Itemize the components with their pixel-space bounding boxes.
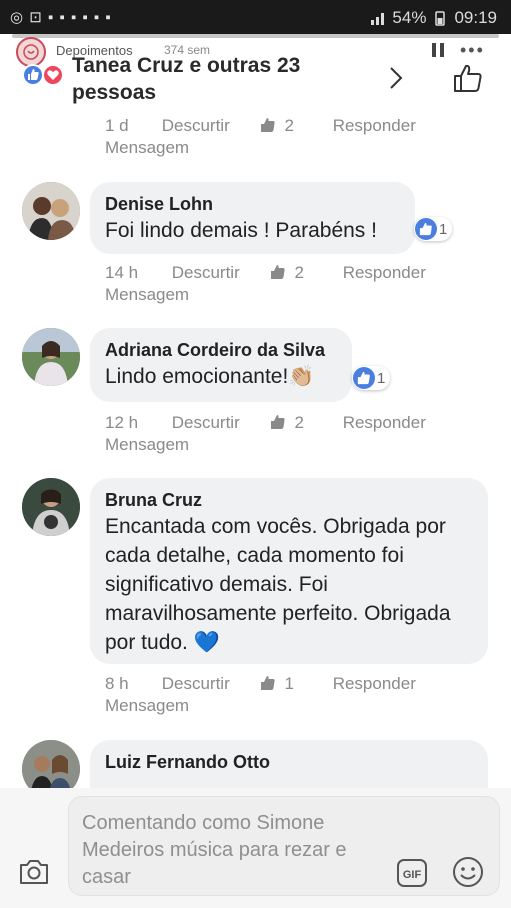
reply-link[interactable]: Responder — [343, 262, 426, 284]
clock: 09:19 — [454, 8, 497, 27]
reactions-summary-text: Tanea Cruz e outras 23 pessoas — [72, 54, 301, 104]
comment-like-count: 2 — [294, 263, 304, 282]
comment-likes[interactable]: 2 — [260, 115, 294, 137]
camera-icon[interactable] — [18, 858, 50, 886]
comment-text: Foi lindo demais ! Parabéns ! — [105, 219, 377, 242]
unlike-link[interactable]: Descurtir — [162, 115, 230, 137]
status-bar: ◎ ⊡ ▪ ▪ ▪ ▪ ▪ ▪ 54% 09:19 — [0, 0, 511, 34]
signal-icon — [371, 13, 385, 25]
screen: ◎ ⊡ ▪ ▪ ▪ ▪ ▪ ▪ 54% 09:19 Depoimentos 37… — [0, 0, 511, 908]
thumbs-up-outline-icon[interactable] — [452, 62, 484, 94]
comment-author[interactable]: Denise Lohn — [105, 192, 400, 216]
comment-bubble: Adriana Cordeiro da Silva Lindo emociona… — [90, 328, 352, 402]
like-badge-count: 1 — [377, 369, 386, 387]
comment-time: 8 h — [105, 674, 129, 693]
comment-meta: 1 d Descurtir 2 Responder Mensagem — [105, 115, 416, 159]
comment-text: Lindo emocionante!👏🏼 — [105, 365, 315, 388]
message-link[interactable]: Mensagem — [105, 434, 189, 456]
comment-meta: 14 h Descurtir 2 Responder Mensagem — [105, 262, 426, 306]
avatar[interactable] — [22, 478, 80, 536]
comment-likes[interactable]: 1 — [260, 673, 294, 695]
like-small-icon — [261, 676, 276, 690]
comment-author[interactable]: Bruna Cruz — [105, 488, 473, 512]
comment-time: 14 h — [105, 263, 139, 282]
comment-bubble: Bruna Cruz Encantada com vocês. Obrigada… — [90, 478, 488, 664]
comment-text: Encantada com vocês. Obrigada por cada d… — [105, 515, 451, 654]
comment-time: 1 d — [105, 116, 129, 135]
message-link[interactable]: Mensagem — [105, 695, 189, 717]
chevron-right-icon[interactable] — [388, 66, 404, 90]
comment-author[interactable]: Adriana Cordeiro da Silva — [105, 338, 337, 362]
comment-composer: Comentando como Simone Medeiros música p… — [0, 788, 511, 908]
unlike-link[interactable]: Descurtir — [162, 673, 230, 695]
comment-input-placeholder[interactable]: Comentando como Simone Medeiros música p… — [82, 810, 382, 891]
status-right: 54% 09:19 — [370, 8, 497, 28]
unlike-link[interactable]: Descurtir — [172, 262, 240, 284]
comment-author[interactable]: Luiz Fernando Otto — [105, 750, 473, 774]
like-reaction-icon — [353, 367, 375, 389]
like-badge-count: 1 — [439, 220, 448, 238]
comment-bubble: Denise Lohn Foi lindo demais ! Parabéns … — [90, 182, 415, 254]
comment-likes[interactable]: 2 — [270, 412, 304, 434]
like-reaction-icon — [22, 64, 44, 86]
reply-link[interactable]: Responder — [333, 673, 416, 695]
unlike-link[interactable]: Descurtir — [172, 412, 240, 434]
comment-like-count: 2 — [284, 116, 294, 135]
battery-icon — [435, 11, 446, 26]
like-small-icon — [261, 118, 276, 132]
comment-meta: 8 h Descurtir 1 Responder Mensagem — [105, 673, 416, 717]
message-link[interactable]: Mensagem — [105, 284, 189, 306]
avatar[interactable] — [22, 182, 80, 240]
avatar[interactable] — [22, 328, 80, 386]
comment-likes[interactable]: 2 — [270, 262, 304, 284]
comment-time: 12 h — [105, 413, 139, 432]
reply-link[interactable]: Responder — [333, 115, 416, 137]
reply-link[interactable]: Responder — [343, 412, 426, 434]
like-small-icon — [271, 415, 286, 429]
comment-like-badge[interactable]: 1 — [414, 217, 453, 241]
battery-percent: 54% — [392, 8, 427, 27]
comment-like-count: 2 — [294, 413, 304, 432]
message-link[interactable]: Mensagem — [105, 137, 189, 159]
like-small-icon — [271, 265, 286, 279]
love-reaction-icon — [42, 64, 64, 86]
comment-like-badge[interactable]: 1 — [352, 366, 391, 390]
comment-like-count: 1 — [284, 674, 294, 693]
comment-meta: 12 h Descurtir 2 Responder Mensagem — [105, 412, 426, 456]
status-notifications: ◎ ⊡ ▪ ▪ ▪ ▪ ▪ ▪ — [10, 9, 112, 26]
svg-text:GIF: GIF — [403, 869, 422, 881]
gif-icon[interactable]: GIF — [396, 858, 428, 888]
smile-icon[interactable] — [452, 856, 484, 888]
reactions-summary[interactable]: Tanea Cruz e outras 23 pessoas — [0, 52, 511, 108]
like-reaction-icon — [415, 218, 437, 240]
